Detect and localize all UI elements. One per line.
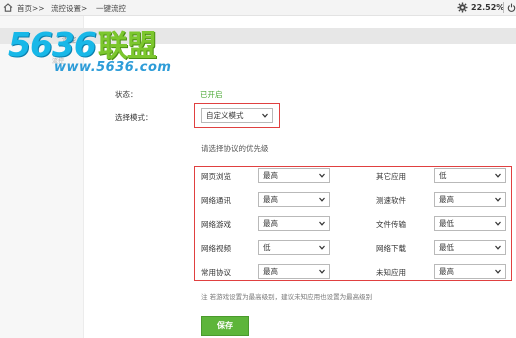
protocol-label-other-apps: 其它应用 bbox=[376, 172, 406, 181]
mode-select[interactable]: 自定义模式 bbox=[201, 108, 273, 123]
priority-select-other-apps[interactable]: 低 bbox=[434, 168, 506, 183]
protocol-label-web-browsing: 网页浏览 bbox=[201, 172, 231, 181]
priority-select-web-browsing[interactable]: 最高 bbox=[258, 168, 330, 183]
protocol-label-online-video: 网络视频 bbox=[201, 244, 231, 253]
select-value: 最高 bbox=[263, 171, 278, 180]
status-value: 已开启 bbox=[200, 90, 223, 99]
home-icon[interactable] bbox=[3, 3, 13, 12]
select-value: 最高 bbox=[439, 195, 454, 204]
mode-select-value: 自定义模式 bbox=[206, 111, 244, 120]
protocol-label-unknown-apps: 未知应用 bbox=[376, 268, 406, 277]
chevron-down-icon bbox=[495, 245, 501, 250]
breadcrumb-home[interactable]: 首页>> bbox=[17, 3, 45, 14]
cpu-gear-icon bbox=[457, 2, 468, 13]
breadcrumb-flow-settings[interactable]: 流控设置> bbox=[51, 3, 87, 14]
logo-cn-text: 联盟 bbox=[97, 29, 157, 64]
priority-select-unknown-apps[interactable]: 最高 bbox=[434, 264, 506, 279]
breadcrumb-current: 一键流控 bbox=[96, 4, 126, 13]
chevron-down-icon bbox=[319, 245, 325, 250]
priority-select-speed-test[interactable]: 最高 bbox=[434, 192, 506, 207]
priority-select-common-protocols[interactable]: 最高 bbox=[258, 264, 330, 279]
protocol-label-network-download: 网络下载 bbox=[376, 244, 406, 253]
chevron-down-icon bbox=[495, 173, 501, 178]
save-button[interactable]: 保存 bbox=[201, 316, 249, 336]
chevron-down-icon bbox=[319, 197, 325, 202]
protocol-label-network-messaging: 网络通讯 bbox=[201, 196, 231, 205]
priority-note: 注 若游戏设置为最高级别，建议未知应用也设置为最高级别 bbox=[201, 293, 373, 301]
select-value: 最高 bbox=[263, 219, 278, 228]
select-value: 最高 bbox=[439, 267, 454, 276]
cpu-usage-value: 22.52% bbox=[471, 3, 505, 12]
chevron-down-icon bbox=[319, 173, 325, 178]
priority-hint: 请选择协议的优先级 bbox=[201, 144, 269, 153]
watermark-url: www.5636.com bbox=[54, 60, 172, 75]
protocol-label-file-transfer: 文件传输 bbox=[376, 220, 406, 229]
chevron-down-icon bbox=[495, 197, 501, 202]
site-watermark-logo: 5636联盟 bbox=[8, 21, 157, 65]
priority-select-network-download[interactable]: 最低 bbox=[434, 240, 506, 255]
protocol-label-online-games: 网络游戏 bbox=[201, 220, 231, 229]
logo-digits: 5636 bbox=[8, 25, 97, 64]
select-value: 最高 bbox=[263, 267, 278, 276]
chevron-down-icon bbox=[262, 113, 268, 118]
power-icon[interactable] bbox=[507, 3, 516, 12]
mode-label: 选择模式： bbox=[115, 113, 153, 122]
breadcrumb-bar: 首页>> 流控设置> 一键流控 22.52% bbox=[0, 0, 516, 16]
divider bbox=[503, 2, 504, 13]
select-value: 最高 bbox=[263, 195, 278, 204]
chevron-down-icon bbox=[495, 221, 501, 226]
chevron-down-icon bbox=[319, 221, 325, 226]
chevron-down-icon bbox=[495, 269, 501, 274]
priority-select-online-video[interactable]: 低 bbox=[258, 240, 330, 255]
select-value: 低 bbox=[439, 171, 447, 180]
chevron-down-icon bbox=[319, 269, 325, 274]
select-value: 最低 bbox=[439, 219, 454, 228]
protocol-label-speed-test: 测速软件 bbox=[376, 196, 406, 205]
select-value: 低 bbox=[263, 243, 271, 252]
status-label: 状态： bbox=[115, 90, 138, 99]
priority-select-file-transfer[interactable]: 最低 bbox=[434, 216, 506, 231]
select-value: 最低 bbox=[439, 243, 454, 252]
protocol-label-common-protocols: 常用协议 bbox=[201, 268, 231, 277]
priority-select-network-messaging[interactable]: 最高 bbox=[258, 192, 330, 207]
priority-select-online-games[interactable]: 最高 bbox=[258, 216, 330, 231]
